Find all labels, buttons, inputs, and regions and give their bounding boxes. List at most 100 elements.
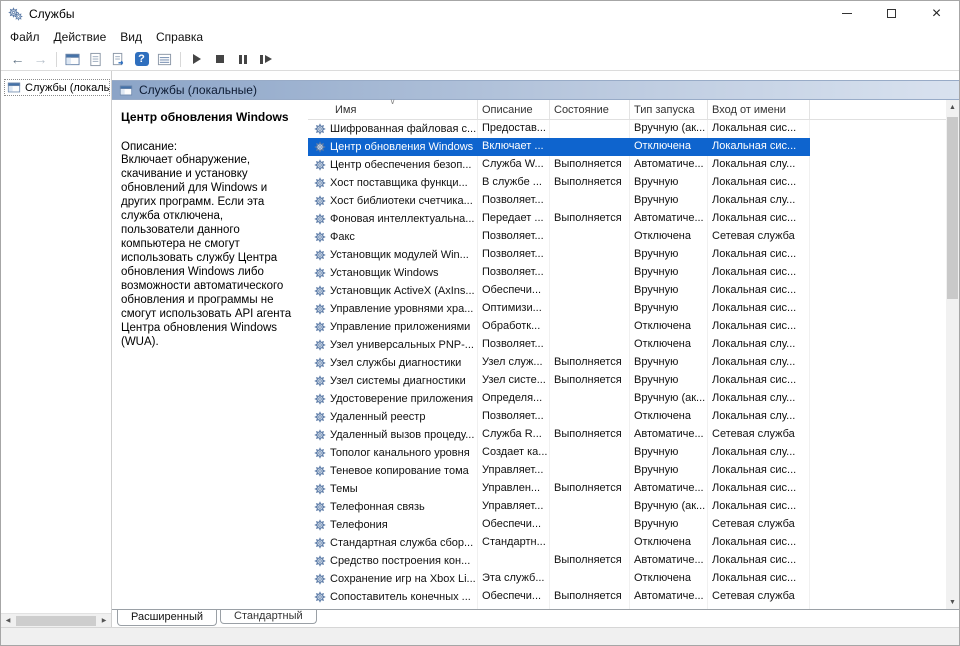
restart-service-icon (260, 55, 272, 64)
selected-service-title: Центр обновления Windows (121, 110, 294, 124)
table-row[interactable]: Телефонная связьУправляет...Вручную (ак.… (308, 498, 810, 516)
vertical-scrollbar[interactable]: ▲ ▼ (946, 100, 959, 609)
table-row[interactable]: Узел службы диагностикиУзел служ...Выпол… (308, 354, 810, 372)
table-row[interactable]: Удостоверение приложенияОпределя...Вручн… (308, 390, 810, 408)
table-row[interactable]: Управление приложениямиОбработк...Отключ… (308, 318, 810, 336)
service-name-cell: Стандартная служба сбор... (308, 534, 478, 552)
statusbar (1, 627, 959, 645)
table-row[interactable]: Фоновая интеллектуальна...Передает ...Вы… (308, 210, 810, 228)
column-header[interactable]: Имя∨ (308, 100, 478, 119)
service-name-cell: Сопоставитель конечных ... (308, 588, 478, 606)
tab-extended-view[interactable]: Расширенный (117, 610, 217, 626)
table-row[interactable]: Средство построения кон...ВыполняетсяАвт… (308, 552, 810, 570)
vertical-scroll-thumb[interactable] (947, 117, 958, 299)
table-row[interactable]: Сопоставитель конечных ...Обеспечи...Вып… (308, 588, 810, 606)
table-row[interactable]: Управление уровнями хра...Оптимизи...Вру… (308, 300, 810, 318)
service-name-cell: Управление приложениями (308, 318, 478, 336)
startup-type-cell: Вручную (630, 282, 708, 300)
scroll-up-icon[interactable]: ▲ (949, 100, 956, 114)
maximize-icon (887, 9, 896, 18)
description-cell: Включает ... (478, 138, 550, 156)
description-cell: Служба W... (478, 156, 550, 174)
logon-as-cell: Локальная сис... (708, 120, 810, 138)
table-row[interactable]: Хост поставщика функци...В службе ...Вып… (308, 174, 810, 192)
startup-type-cell: Вручную (630, 174, 708, 192)
table-row[interactable]: Узел системы диагностикиУзел систе...Вып… (308, 372, 810, 390)
table-row[interactable]: Центр обновления WindowsВключает ...Откл… (308, 138, 810, 156)
menu-item[interactable]: Файл (3, 30, 47, 44)
column-header[interactable]: Тип запуска (630, 100, 708, 119)
tree-horizontal-scrollbar[interactable]: ◀ ▶ (1, 613, 111, 627)
service-name: Телефония (330, 517, 388, 534)
back-button[interactable]: ← (6, 49, 29, 69)
table-row[interactable]: Удаленный реестрПозволяет...ОтключенаЛок… (308, 408, 810, 426)
table-row[interactable]: Центр обеспечения безоп...Служба W...Вып… (308, 156, 810, 174)
panel-header-label: Службы (локальные) (139, 83, 257, 97)
service-name-cell: Хост библиотеки счетчика... (308, 192, 478, 210)
table-row[interactable]: Установщик модулей Win...Позволяет...Вру… (308, 246, 810, 264)
close-button[interactable]: × (914, 1, 959, 26)
menubar: ФайлДействиеВидСправка (1, 26, 959, 48)
help-button[interactable]: ? (130, 49, 153, 69)
scroll-track[interactable] (946, 114, 959, 595)
tree-item-services-local[interactable]: Службы (локальные) (4, 79, 110, 96)
column-header[interactable]: Вход от имени (708, 100, 810, 119)
table-row[interactable]: Установщик ActiveX (AxIns...Обеспечи...В… (308, 282, 810, 300)
properties-button[interactable] (84, 49, 107, 69)
pause-service-button[interactable] (231, 49, 254, 69)
table-row[interactable]: Теневое копирование томаУправляет...Вруч… (308, 462, 810, 480)
service-name-cell: Узел службы диагностики (308, 354, 478, 372)
status-cell: Выполняется (550, 588, 630, 606)
table-row[interactable]: Удаленный вызов процеду...Служба R...Вып… (308, 426, 810, 444)
table-row[interactable]: Шифрованная файловая с...Предостав...Вру… (308, 120, 810, 138)
service-name: Установщик модулей Win... (330, 247, 469, 264)
table-row[interactable]: Тополог канального уровняСоздает ка...Вр… (308, 444, 810, 462)
logon-as-cell: Локальная сис... (708, 462, 810, 480)
table-row[interactable]: События получения непо...Запуск пр...Вру… (308, 606, 810, 609)
table-row[interactable]: ТелефонияОбеспечи...ВручнуюСетевая служб… (308, 516, 810, 534)
tab-standard-view[interactable]: Стандартный (220, 610, 317, 624)
menu-item[interactable]: Справка (149, 30, 210, 44)
status-cell (550, 282, 630, 300)
restart-service-button[interactable] (254, 49, 277, 69)
show-console-tree-button[interactable] (61, 49, 84, 69)
table-row[interactable]: ФаксПозволяет...ОтключенаСетевая служба (308, 228, 810, 246)
stop-service-button[interactable] (208, 49, 231, 69)
horizontal-scroll-thumb[interactable] (16, 616, 96, 626)
minimize-button[interactable] (824, 1, 869, 26)
column-header[interactable]: Описание (478, 100, 550, 119)
startup-type-cell: Вручную (630, 354, 708, 372)
maximize-button[interactable] (869, 1, 914, 26)
forward-button[interactable]: → (29, 49, 52, 69)
logon-as-cell: Локальная сис... (708, 498, 810, 516)
scroll-left-icon[interactable]: ◀ (1, 614, 15, 628)
table-row[interactable]: Стандартная служба сбор...Стандартн...От… (308, 534, 810, 552)
logon-as-cell: Локальная слу... (708, 354, 810, 372)
table-row[interactable]: ТемыУправлен...ВыполняетсяАвтоматиче...Л… (308, 480, 810, 498)
table-row[interactable]: Сохранение игр на Xbox Li...Эта служб...… (308, 570, 810, 588)
properties-icon (88, 52, 103, 67)
status-cell (550, 444, 630, 462)
description-cell (478, 552, 550, 570)
table-row[interactable]: Узел универсальных PNP-...Позволяет...От… (308, 336, 810, 354)
service-name-cell: Фоновая интеллектуальна... (308, 210, 478, 228)
description-cell: Позволяет... (478, 408, 550, 426)
description-cell: В службе ... (478, 174, 550, 192)
startup-type-cell: Вручную (630, 462, 708, 480)
menu-item[interactable]: Вид (113, 30, 149, 44)
startup-type-cell: Отключена (630, 534, 708, 552)
status-cell (550, 246, 630, 264)
titlebar: Службы × (1, 1, 959, 26)
start-service-button[interactable] (185, 49, 208, 69)
scroll-right-icon[interactable]: ▶ (97, 614, 111, 628)
scroll-down-icon[interactable]: ▼ (949, 595, 956, 609)
description-cell: Оптимизи... (478, 300, 550, 318)
logon-as-cell: Локальная сис... (708, 372, 810, 390)
menu-item[interactable]: Действие (47, 30, 114, 44)
table-row[interactable]: Установщик WindowsПозволяет...ВручнуюЛок… (308, 264, 810, 282)
action-pane-button[interactable] (153, 49, 176, 69)
column-header[interactable]: Состояние (550, 100, 630, 119)
description-cell: Определя... (478, 390, 550, 408)
table-row[interactable]: Хост библиотеки счетчика...Позволяет...В… (308, 192, 810, 210)
export-list-button[interactable] (107, 49, 130, 69)
